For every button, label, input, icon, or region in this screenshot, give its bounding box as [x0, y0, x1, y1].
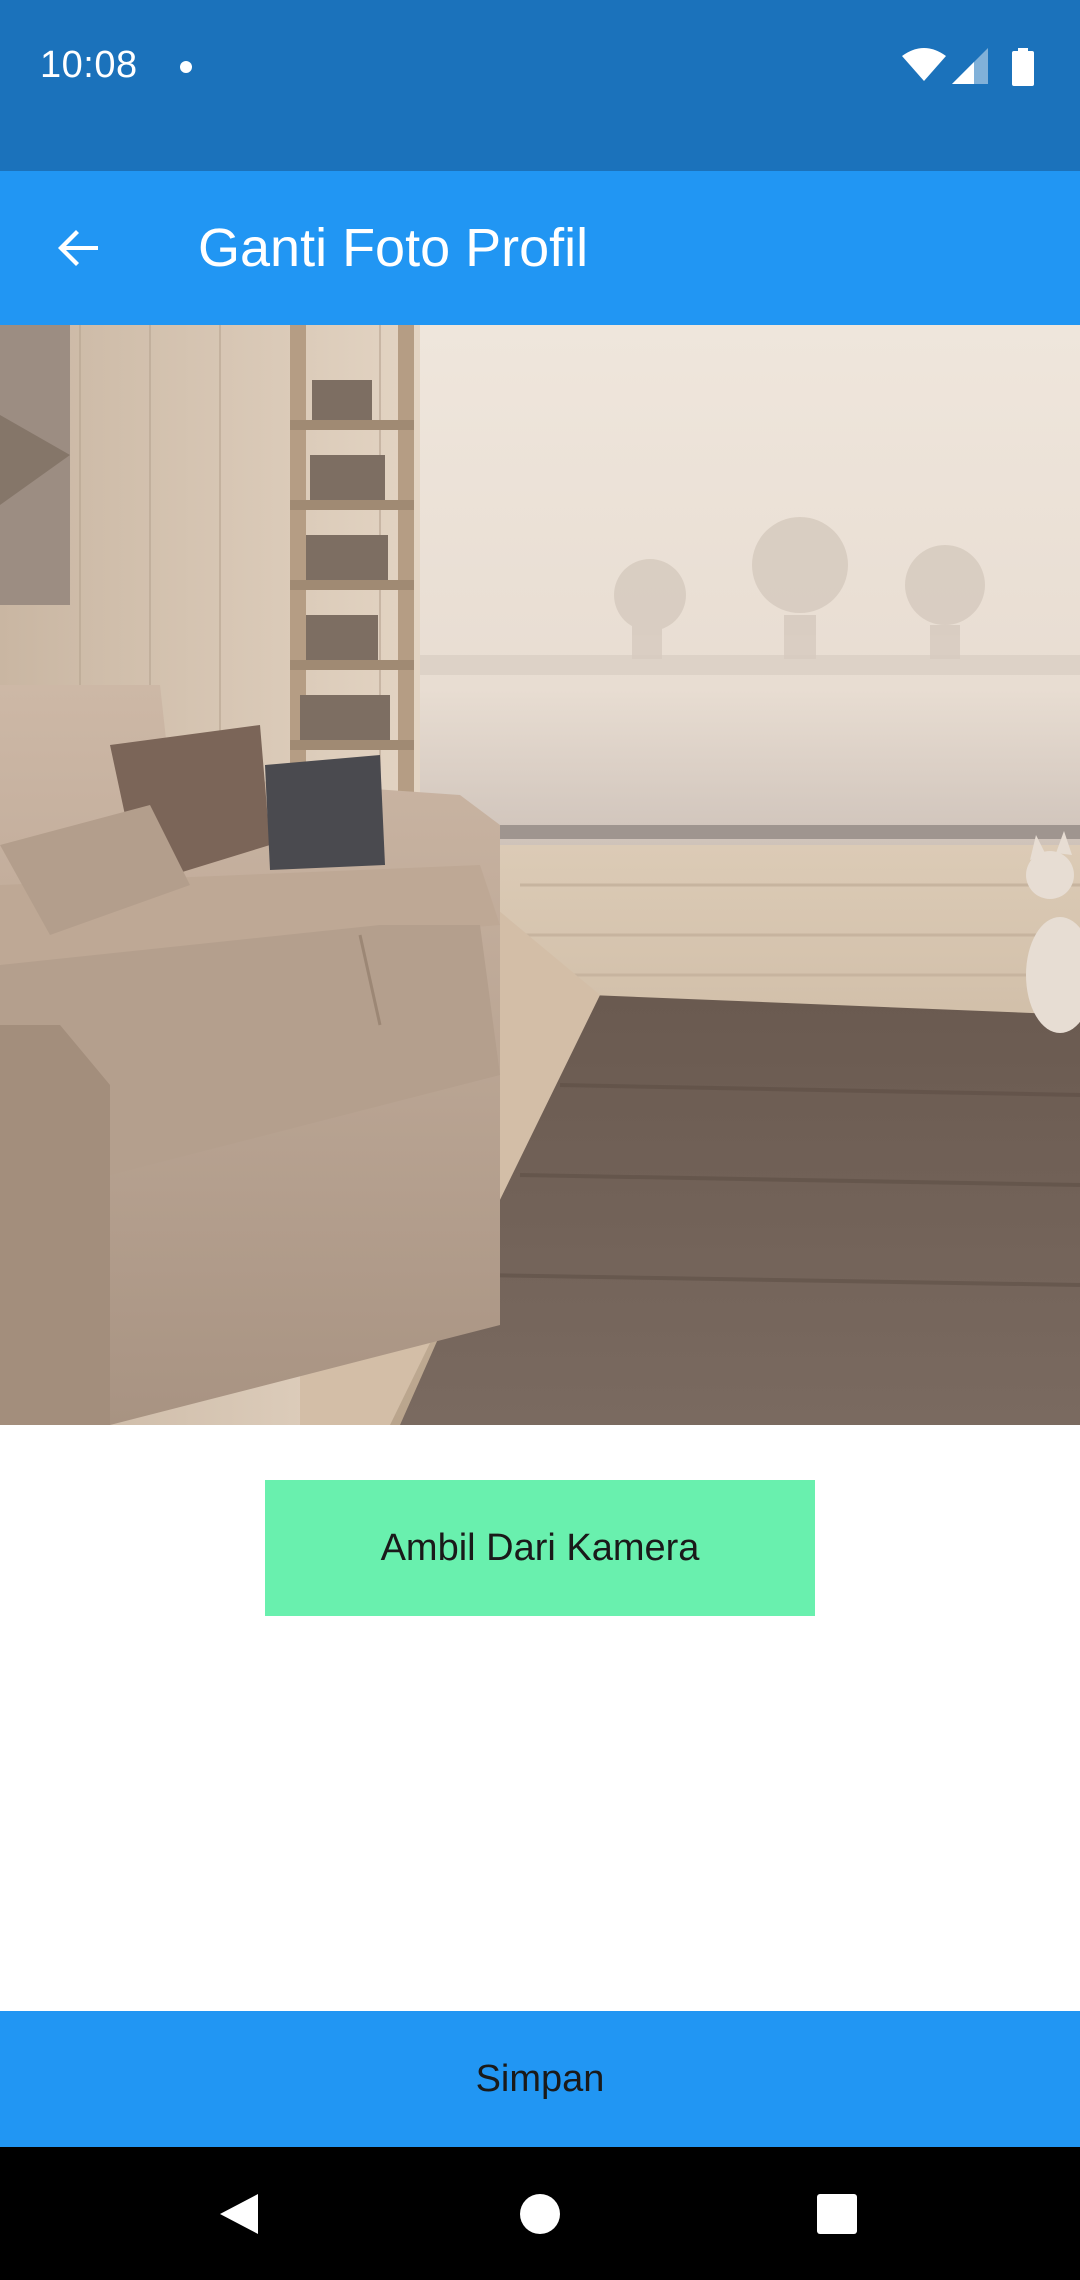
- battery-icon: [1012, 48, 1034, 86]
- navigation-bar: [0, 2147, 1080, 2280]
- profile-photo-preview: [0, 325, 1080, 1425]
- status-icons: [902, 48, 1042, 88]
- nav-recents-button[interactable]: [792, 2169, 882, 2259]
- take-from-camera-button[interactable]: Ambil Dari Kamera: [265, 1480, 815, 1616]
- notification-dot-icon: [180, 61, 192, 73]
- cell-signal-icon: [952, 48, 988, 84]
- nav-home-icon: [520, 2194, 560, 2234]
- back-button[interactable]: [36, 206, 120, 290]
- nav-back-button[interactable]: [195, 2169, 285, 2259]
- nav-home-button[interactable]: [495, 2169, 585, 2259]
- page-title: Ganti Foto Profil: [198, 218, 589, 278]
- nav-recents-icon: [817, 2194, 857, 2234]
- app-bar: Ganti Foto Profil: [0, 171, 1080, 325]
- arrow-back-icon: [58, 230, 98, 266]
- save-button[interactable]: Simpan: [0, 2011, 1080, 2147]
- nav-back-icon: [220, 2194, 258, 2234]
- status-time: 10:08: [40, 44, 138, 86]
- status-bar: 10:08: [0, 0, 1080, 171]
- wifi-icon: [902, 48, 946, 81]
